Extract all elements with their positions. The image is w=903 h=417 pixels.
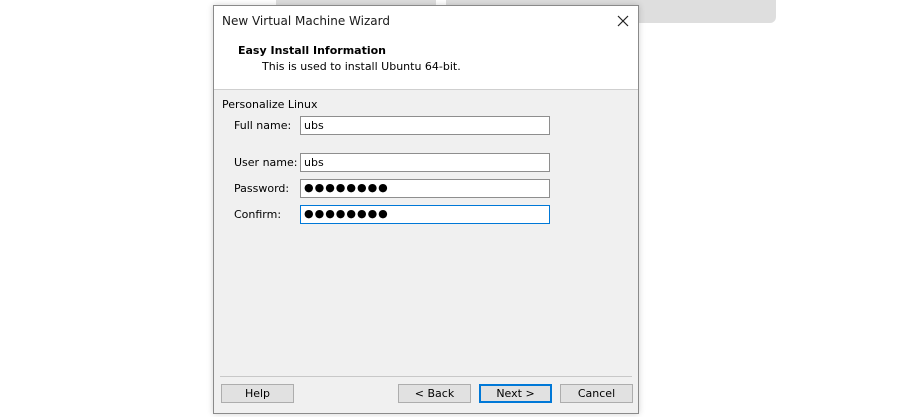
- password-label: Password:: [234, 182, 290, 195]
- password-field[interactable]: ●●●●●●●●: [300, 179, 550, 198]
- close-button[interactable]: [608, 6, 638, 36]
- next-button[interactable]: Next >: [479, 384, 552, 403]
- help-button[interactable]: Help: [221, 384, 294, 403]
- footer-divider: [220, 376, 632, 377]
- wizard-header: Easy Install Information This is used to…: [214, 36, 638, 90]
- header-title: Easy Install Information: [238, 44, 387, 57]
- user-name-label: User name:: [234, 156, 298, 169]
- confirm-label: Confirm:: [234, 208, 282, 221]
- wizard-dialog: New Virtual Machine Wizard Easy Install …: [213, 5, 639, 414]
- cancel-button[interactable]: Cancel: [560, 384, 633, 403]
- confirm-password-field[interactable]: ●●●●●●●●: [300, 205, 550, 224]
- full-name-field[interactable]: ubs: [300, 116, 550, 135]
- dialog-title: New Virtual Machine Wizard: [222, 14, 390, 28]
- group-label-personalize: Personalize Linux: [222, 98, 318, 111]
- user-name-field[interactable]: ubs: [300, 153, 550, 172]
- full-name-label: Full name:: [234, 119, 292, 132]
- back-button[interactable]: < Back: [398, 384, 471, 403]
- close-icon: [617, 15, 629, 27]
- header-subtitle: This is used to install Ubuntu 64-bit.: [262, 60, 461, 73]
- title-bar: New Virtual Machine Wizard: [214, 6, 638, 36]
